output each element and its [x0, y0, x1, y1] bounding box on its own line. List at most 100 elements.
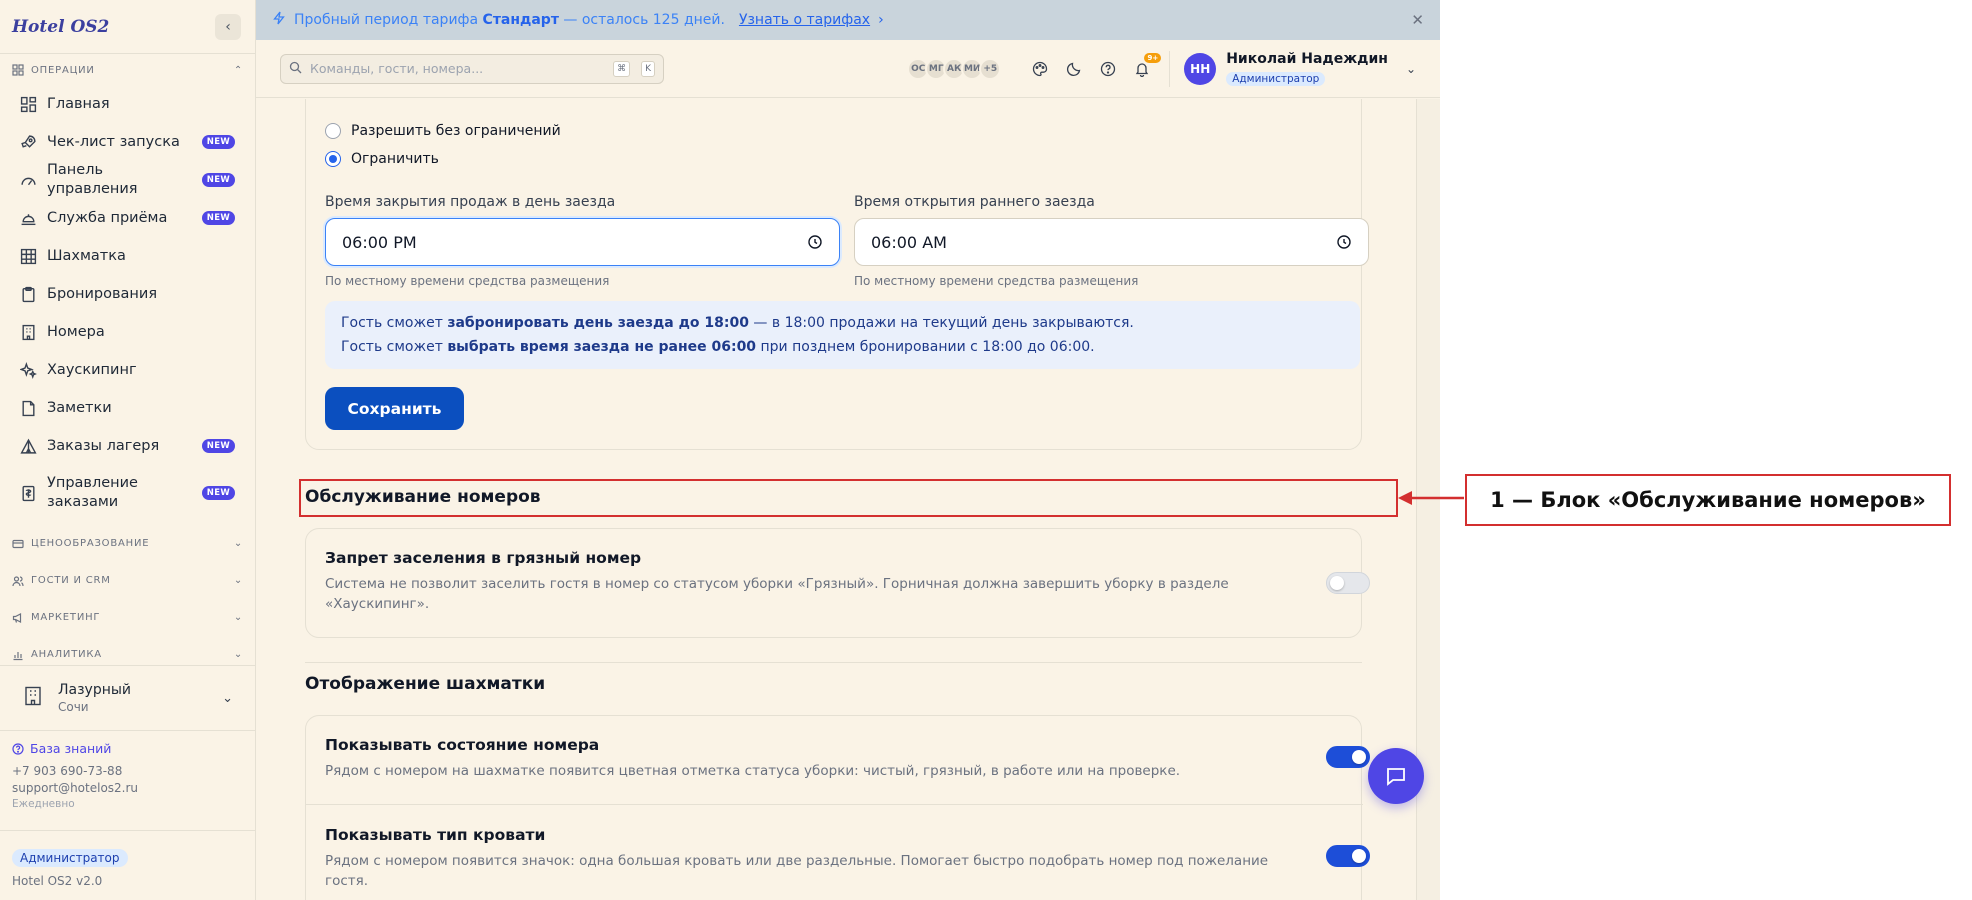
timezone-hint: По местному времени средства размещения: [325, 274, 610, 288]
building-icon: [22, 685, 44, 711]
sidebar-item-order-management[interactable]: Управление заказами NEW: [0, 465, 255, 521]
more-users-count[interactable]: +5: [979, 57, 1002, 80]
bed-type-toggle[interactable]: [1326, 845, 1370, 867]
sidebar-item-launch-checklist[interactable]: Чек-лист запуска NEW: [0, 123, 255, 161]
radio-button[interactable]: [325, 123, 341, 139]
time-value: 06:00 AM: [871, 232, 947, 252]
sidebar-item-rooms[interactable]: Номера: [0, 313, 255, 351]
nav-section-guests[interactable]: ГОСТИ И CRM ⌄: [0, 562, 255, 599]
timezone-hint: По местному времени средства размещения: [854, 274, 1139, 288]
room-status-toggle[interactable]: [1326, 746, 1370, 768]
hotel-info: Лазурный Сочи: [58, 682, 131, 714]
knowledge-base-link[interactable]: База знаний: [12, 741, 247, 756]
lightning-icon: [272, 11, 286, 29]
nav-section-label: ГОСТИ И CRM: [31, 575, 111, 586]
info-text: Гость сможет: [341, 339, 448, 355]
radio-restrict[interactable]: Ограничить: [325, 151, 439, 167]
early-checkin-time-input[interactable]: 06:00 AM: [854, 218, 1369, 266]
nav-section-pricing[interactable]: ЦЕНООБРАЗОВАНИЕ ⌄: [0, 525, 255, 562]
sidebar-item-housekeeping[interactable]: Хаускипинг: [0, 351, 255, 389]
sidebar-item-bookings[interactable]: Бронирования: [0, 275, 255, 313]
close-icon: ✕: [1411, 11, 1424, 29]
sidebar-item-dashboard[interactable]: Панель управления NEW: [0, 161, 255, 199]
sales-limit-info: Гость сможет забронировать день заезда д…: [325, 301, 1360, 369]
shortcut-key: ⌘: [613, 60, 631, 77]
option-title: Показывать состояние номера: [325, 736, 600, 754]
top-bar: Команды, гости, номера... ⌘ K ОС МГ АК М…: [256, 40, 1440, 98]
bell-icon: [20, 210, 37, 227]
online-users[interactable]: ОС МГ АК МИ +5: [907, 57, 1002, 80]
chat-icon: [1387, 768, 1405, 786]
support-phone[interactable]: +7 903 690-73-88: [12, 764, 247, 778]
time-value: 06:00 PM: [342, 232, 417, 252]
chevron-right-icon: ›: [878, 12, 884, 28]
nav-section-analytics[interactable]: АНАЛИТИКА ⌄: [0, 636, 255, 663]
sidebar-item-label: Главная: [47, 95, 110, 112]
dark-mode-toggle[interactable]: [1061, 56, 1087, 82]
sidebar-item-front-desk[interactable]: Служба приёма NEW: [0, 199, 255, 237]
command-search[interactable]: Команды, гости, номера... ⌘ K: [280, 53, 664, 84]
sidebar-item-camp-orders[interactable]: Заказы лагеря NEW: [0, 427, 255, 465]
info-line: Гость сможет выбрать время заезда не ран…: [341, 335, 1344, 359]
sidebar-item-label: Чек-лист запуска: [47, 133, 180, 150]
chart-icon: [13, 651, 23, 660]
nav-section-marketing[interactable]: МАРКЕТИНГ ⌄: [0, 599, 255, 636]
room-service-card: Запрет заселения в грязный номер Система…: [305, 528, 1370, 638]
save-button[interactable]: Сохранить: [325, 387, 464, 430]
pricing-link[interactable]: Узнать о тарифах: [739, 12, 870, 28]
radio-unlimited[interactable]: Разрешить без ограничений: [325, 123, 561, 139]
chat-button[interactable]: [1368, 748, 1424, 804]
clipboard-icon: [20, 286, 37, 303]
clock-icon[interactable]: [1336, 234, 1352, 250]
user-name: Николай Надеждин: [1226, 51, 1388, 67]
chessboard-display-title: Отображение шахматки: [305, 674, 546, 694]
option-title: Запрет заселения в грязный номер: [325, 549, 642, 567]
support-info: База знаний +7 903 690-73-88 support@hot…: [12, 741, 247, 810]
sidebar-collapse-button[interactable]: ‹: [215, 13, 241, 40]
theme-palette-button[interactable]: [1027, 56, 1053, 82]
app-logo[interactable]: Hotel OS2: [12, 17, 109, 37]
search-icon: [289, 59, 302, 78]
help-button[interactable]: [1095, 56, 1121, 82]
sidebar-footer: Администратор Hotel OS2 v2.0: [0, 830, 255, 888]
option-description: Система не позволит заселить гостя в ном…: [325, 576, 1229, 612]
search-input[interactable]: Команды, гости, номера...: [310, 61, 602, 76]
sales-close-time-input[interactable]: 06:00 PM: [325, 218, 840, 266]
nav-section-label: МАРКЕТИНГ: [31, 612, 101, 623]
note-icon: [20, 400, 37, 417]
building-icon: [20, 324, 37, 341]
notifications-button[interactable]: 9+: [1129, 52, 1162, 82]
sidebar: Hotel OS2 ‹ ОПЕРАЦИИ ⌃ Главная Чек-лист …: [0, 0, 256, 900]
info-text: — в 18:00 продажи на текущий день закрыв…: [748, 315, 1134, 331]
user-menu[interactable]: НН Николай Надеждин Администратор ⌄: [1184, 51, 1416, 86]
nav-section-label: ЦЕНООБРАЗОВАНИЕ: [31, 538, 150, 549]
sidebar-item-notes[interactable]: Заметки: [0, 389, 255, 427]
option-title: Показывать тип кровати: [325, 826, 546, 844]
hotel-switcher[interactable]: Лазурный Сочи ⌄: [0, 665, 255, 731]
new-badge: NEW: [201, 211, 235, 225]
trial-text: Пробный период тарифа Стандарт — осталос…: [294, 12, 725, 28]
users-icon: [12, 575, 24, 586]
support-email[interactable]: support@hotelos2.ru: [12, 781, 247, 795]
dirty-room-checkin-toggle[interactable]: [1326, 572, 1370, 594]
sidebar-nav[interactable]: ОПЕРАЦИИ ⌃ Главная Чек-лист запуска NEW …: [0, 55, 255, 663]
hotel-name: Лазурный: [58, 682, 132, 698]
sidebar-item-label: Бронирования: [47, 285, 158, 302]
nav-section-operations[interactable]: ОПЕРАЦИИ ⌃: [0, 55, 255, 85]
close-banner-button[interactable]: ✕: [1411, 11, 1424, 29]
nav-section-label: АНАЛИТИКА: [31, 649, 102, 660]
sidebar-item-home[interactable]: Главная: [0, 85, 255, 123]
rocket-icon: [20, 134, 37, 151]
radio-label: Разрешить без ограничений: [351, 123, 561, 139]
bell-icon: [1136, 62, 1149, 77]
sidebar-item-label: Шахматка: [47, 247, 126, 264]
sidebar-item-chessboard[interactable]: Шахматка: [0, 237, 255, 275]
radio-button[interactable]: [325, 151, 341, 167]
moon-icon: [1067, 62, 1081, 76]
annotation-highlight-box: [299, 479, 1398, 517]
new-badge: NEW: [201, 173, 235, 187]
table-icon: [20, 248, 37, 265]
divider: [1169, 50, 1171, 87]
sidebar-item-label: Заметки: [47, 399, 112, 416]
clock-icon[interactable]: [807, 234, 823, 250]
